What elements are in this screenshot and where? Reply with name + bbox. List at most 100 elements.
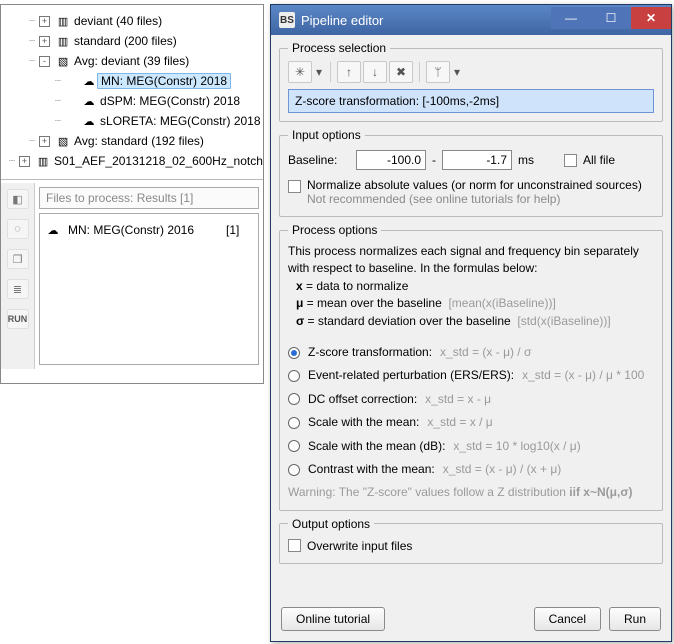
normalization-option[interactable]: Z-score transformation: x_std = (x - μ) … (288, 344, 654, 361)
run-dialog-button[interactable]: Run (609, 607, 661, 631)
radio-formula: x_std = x - μ (425, 391, 491, 408)
radio-label: Contrast with the mean: (308, 461, 435, 478)
arrow-down-icon[interactable]: ↓ (363, 61, 387, 83)
delete-icon[interactable]: ✖ (389, 61, 413, 83)
sym-sigma: σ (296, 314, 304, 328)
baseline-from-input[interactable] (356, 150, 426, 170)
tree-item[interactable]: ┈☁dSPM: MEG(Constr) 2018 (1, 91, 263, 111)
output-options-group: Output options Overwrite input files (279, 517, 663, 564)
input-options-legend: Input options (288, 128, 365, 142)
run-button[interactable]: RUN (7, 309, 29, 329)
selected-process[interactable]: Z-score transformation: [-100ms,-2ms] (288, 89, 654, 113)
pipeline-editor-dialog: BS Pipeline editor — ☐ ✕ Process selecti… (270, 4, 672, 642)
allfile-label: All file (583, 153, 615, 167)
titlebar[interactable]: BS Pipeline editor — ☐ ✕ (271, 5, 671, 35)
file-row[interactable]: ☁ MN: MEG(Constr) 2016 [1] (46, 220, 252, 240)
process-selection-legend: Process selection (288, 41, 390, 55)
radio-button[interactable] (288, 440, 300, 452)
normalization-option[interactable]: Event-related perturbation (ERS/ERS): x_… (288, 367, 654, 384)
formula-sigma: [std(x(iBaseline))] (517, 314, 610, 328)
radio-label: Scale with the mean: (308, 414, 419, 431)
maximize-button[interactable]: ☐ (591, 7, 631, 29)
copy-icon[interactable]: ❐ (7, 249, 29, 269)
unit-label: ms (518, 153, 534, 167)
normalization-option[interactable]: Contrast with the mean: x_std = (x - μ) … (288, 461, 654, 478)
dataset-tree: ┈+▥deviant (40 files)┈+▥standard (200 fi… (1, 5, 263, 175)
expand-icon[interactable]: + (39, 16, 50, 27)
files-toolbar: ◧ ◌ ❐ ≣ RUN (1, 183, 35, 369)
normalization-option[interactable]: DC offset correction: x_std = x - μ (288, 391, 654, 408)
dropdown-icon[interactable]: ▾ (452, 61, 462, 83)
cancel-button[interactable]: Cancel (534, 607, 601, 631)
folder-icon: ▥ (56, 35, 70, 47)
expand-icon[interactable]: + (39, 136, 50, 147)
def-x: = data to normalize (303, 279, 409, 293)
collapse-icon[interactable]: - (39, 56, 50, 67)
folder-icon: ▥ (36, 155, 50, 167)
tree-item-label: S01_AEF_20131218_02_600Hz_notch (54, 154, 263, 168)
cloud-icon: ☁ (82, 75, 96, 87)
stack-icon[interactable]: ≣ (7, 279, 29, 299)
baseline-label: Baseline: (288, 153, 350, 167)
radio-formula: x_std = x / μ (427, 414, 492, 431)
dropdown-icon[interactable]: ▾ (314, 61, 324, 83)
tree-item-label: MN: MEG(Constr) 2018 (97, 73, 231, 89)
formula-mu: [mean(x(iBaseline))] (448, 296, 555, 310)
tree-item[interactable]: ┈+▥S01_AEF_20131218_02_600Hz_notch (1, 151, 263, 171)
avg-icon: ▧ (56, 135, 70, 147)
files-list: ☁ MN: MEG(Constr) 2016 [1] (39, 213, 259, 365)
cloud-icon: ☁ (82, 95, 96, 107)
file-label: MN: MEG(Constr) 2016 (68, 223, 218, 237)
radio-formula: x_std = (x - μ) / (x + μ) (443, 461, 562, 478)
explorer-panel: ┈+▥deviant (40 files)┈+▥standard (200 fi… (0, 4, 264, 384)
filter-icon[interactable]: ◧ (7, 189, 29, 209)
minimize-button[interactable]: — (551, 7, 591, 29)
tree-item-label: Avg: deviant (39 files) (74, 54, 189, 68)
tree-item[interactable]: ┈+▧Avg: standard (192 files) (1, 131, 263, 151)
overwrite-label: Overwrite input files (307, 539, 412, 553)
tree-item-label: standard (200 files) (74, 34, 177, 48)
gear-icon[interactable]: ✳ (288, 61, 312, 83)
tree-item-label: Avg: standard (192 files) (74, 134, 204, 148)
tree-item[interactable]: ┈+▥deviant (40 files) (1, 11, 263, 31)
expand-icon[interactable]: + (19, 156, 30, 167)
process-selection-group: Process selection ✳ ▾ ↑ ↓ ✖ ᛘ ▾ Z-score … (279, 41, 663, 122)
app-icon: BS (279, 12, 295, 28)
tree-item[interactable]: ┈+▥standard (200 files) (1, 31, 263, 51)
radio-label: DC offset correction: (308, 391, 417, 408)
tree-item[interactable]: ┈☁MN: MEG(Constr) 2018 (1, 71, 263, 91)
folder-icon: ▥ (56, 15, 70, 27)
arrow-up-icon[interactable]: ↑ (337, 61, 361, 83)
process-options-intro: This process normalizes each signal and … (288, 243, 654, 278)
radio-button[interactable] (288, 464, 300, 476)
radio-formula: x_std = (x - μ) / μ * 100 (522, 367, 644, 384)
radio-label: Z-score transformation: (308, 344, 432, 361)
radio-formula: x_std = 10 * log10(x / μ) (453, 438, 580, 455)
radio-button[interactable] (288, 370, 300, 382)
tree-item[interactable]: ┈☁sLORETA: MEG(Constr) 2018 (1, 111, 263, 131)
refresh-icon[interactable]: ◌ (7, 219, 29, 239)
baseline-to-input[interactable] (442, 150, 512, 170)
normalization-option[interactable]: Scale with the mean: x_std = x / μ (288, 414, 654, 431)
normalization-option[interactable]: Scale with the mean (dB): x_std = 10 * l… (288, 438, 654, 455)
zscore-warning: Warning: The "Z-score" values follow a Z… (288, 484, 654, 501)
cloud-icon: ☁ (46, 224, 60, 236)
radio-button[interactable] (288, 393, 300, 405)
radio-label: Scale with the mean (dB): (308, 438, 445, 455)
def-sigma: = standard deviation over the baseline (304, 314, 510, 328)
dialog-title: Pipeline editor (301, 13, 383, 28)
tree-item-label: dSPM: MEG(Constr) 2018 (100, 94, 240, 108)
overwrite-checkbox[interactable] (288, 539, 301, 552)
file-count: [1] (226, 223, 239, 237)
radio-button[interactable] (288, 347, 300, 359)
normalize-label: Normalize absolute values (or norm for u… (307, 178, 642, 192)
expand-icon[interactable]: + (39, 36, 50, 47)
tree-item[interactable]: ┈-▧Avg: deviant (39 files) (1, 51, 263, 71)
online-tutorial-button[interactable]: Online tutorial (281, 607, 385, 631)
radio-button[interactable] (288, 417, 300, 429)
tree-icon[interactable]: ᛘ (426, 61, 450, 83)
close-button[interactable]: ✕ (631, 7, 671, 29)
allfile-checkbox[interactable] (564, 154, 577, 167)
normalize-checkbox[interactable] (288, 180, 301, 193)
process-options-legend: Process options (288, 223, 381, 237)
